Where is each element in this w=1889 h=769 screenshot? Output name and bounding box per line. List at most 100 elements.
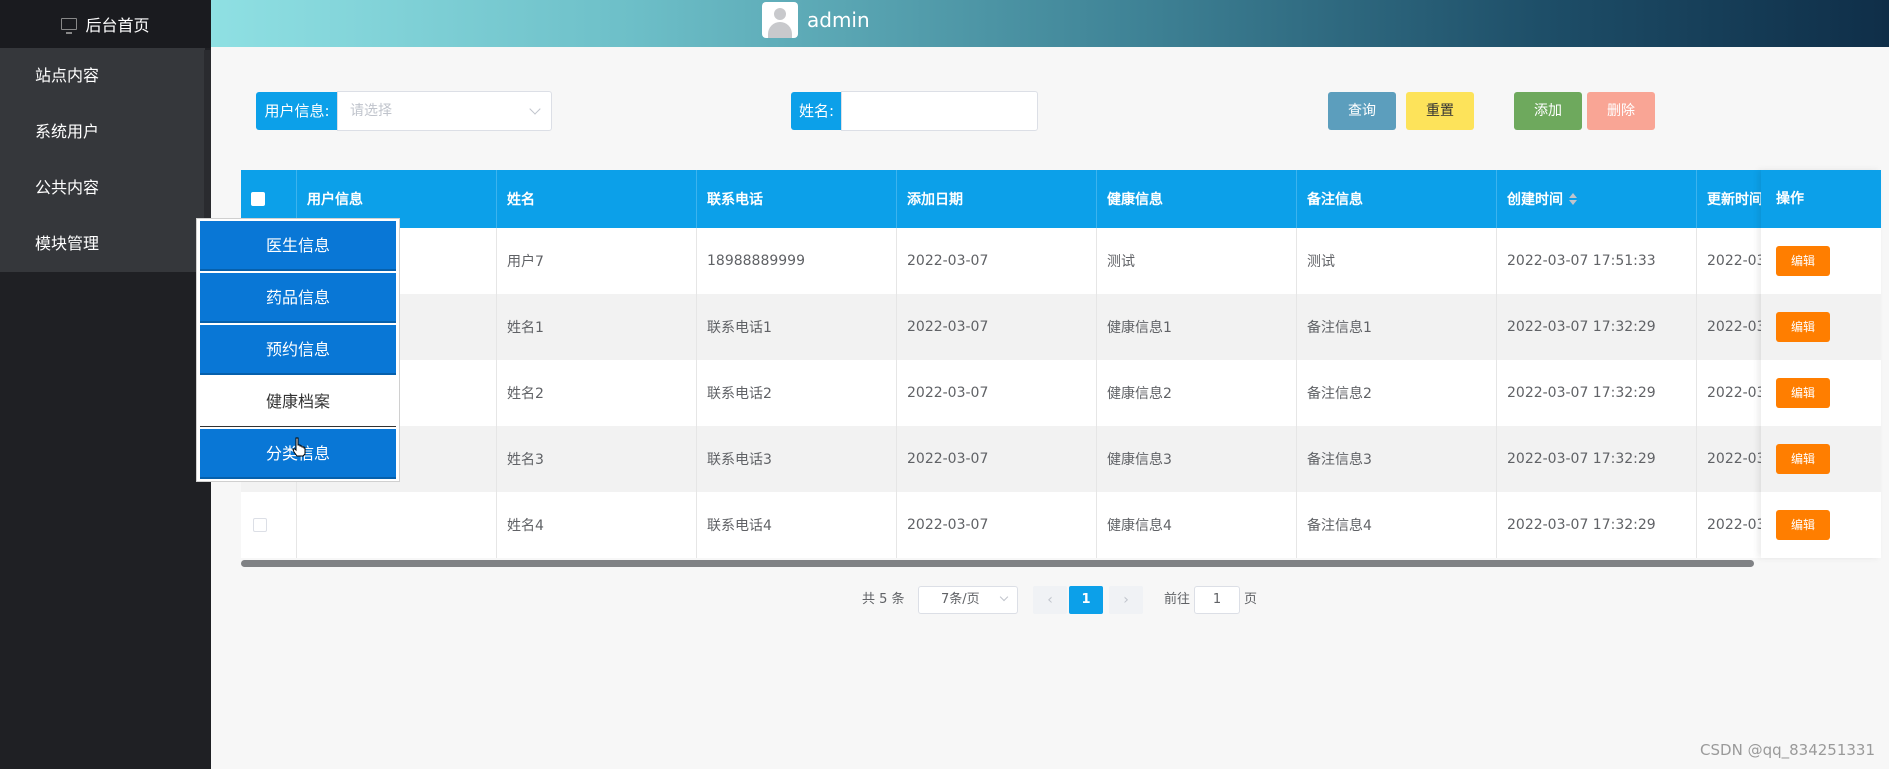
sidebar: 后台首页 站点内容 系统用户 公共内容 模块管理 — [0, 0, 211, 769]
goto-page-input[interactable]: 1 — [1194, 586, 1240, 614]
edit-button[interactable]: 编辑 — [1776, 246, 1830, 276]
cell-health: 健康信息4 — [1097, 492, 1297, 558]
cell-phone: 联系电话4 — [697, 492, 897, 558]
user-info-select[interactable]: 请选择 — [337, 91, 552, 131]
cell-remark: 备注信息1 — [1297, 294, 1497, 360]
monitor-icon — [61, 18, 78, 34]
cell-add-date: 2022-03-07 — [897, 492, 1097, 558]
edit-button[interactable]: 编辑 — [1776, 444, 1830, 474]
cell-created: 2022-03-07 17:32:29 — [1497, 360, 1697, 426]
cell-phone: 联系电话1 — [697, 294, 897, 360]
edit-button[interactable]: 编辑 — [1776, 312, 1830, 342]
col-health: 健康信息 — [1097, 170, 1297, 228]
avatar[interactable] — [762, 2, 798, 38]
table-row: 姓名4 联系电话4 2022-03-07 健康信息4 备注信息4 2022-03-07 1… — [241, 492, 1881, 558]
page-number-current[interactable]: 1 — [1069, 586, 1103, 614]
table-header: 用户信息 姓名 联系电话 添加日期 健康信息 备注信息 创建时间 更新时间 — [241, 170, 1881, 228]
page-size-value: 7条/页 — [941, 592, 980, 607]
row-select-cell — [241, 492, 297, 558]
col-created-label: 创建时间 — [1507, 192, 1563, 208]
operations-cell: 编辑 — [1761, 492, 1881, 558]
operations-cell: 编辑 — [1761, 426, 1881, 492]
cell-add-date: 2022-03-07 — [897, 294, 1097, 360]
edit-button[interactable]: 编辑 — [1776, 510, 1830, 540]
table-row: 用户7 18988889999 2022-03-07 测试 测试 2022-03-07 1… — [241, 228, 1881, 294]
add-button[interactable]: 添加 — [1514, 92, 1582, 130]
cell-created: 2022-03-07 17:32:29 — [1497, 426, 1697, 492]
edit-button[interactable]: 编辑 — [1776, 378, 1830, 408]
name-input[interactable] — [841, 91, 1038, 131]
submenu-item-health-records[interactable]: 健康档案 — [200, 377, 396, 427]
chevron-down-icon — [999, 592, 1009, 602]
cell-name: 姓名1 — [497, 294, 697, 360]
cell-add-date: 2022-03-07 — [897, 426, 1097, 492]
chevron-right-icon: › — [1123, 592, 1129, 608]
user-info-placeholder: 请选择 — [350, 103, 392, 119]
username: admin — [807, 8, 870, 32]
next-page-button[interactable]: › — [1109, 586, 1143, 614]
table-body: 用户7 18988889999 2022-03-07 测试 测试 2022-03-07 1… — [241, 228, 1881, 558]
submenu-item-drug-info[interactable]: 药品信息 — [200, 273, 396, 323]
table-horizontal-scrollbar[interactable] — [241, 560, 1754, 567]
col-phone: 联系电话 — [697, 170, 897, 228]
page-size-select[interactable]: 7条/页 — [918, 586, 1018, 614]
submenu-item-appointment-info[interactable]: 预约信息 — [200, 325, 396, 375]
cell-health: 健康信息1 — [1097, 294, 1297, 360]
cell-user-info — [297, 492, 497, 558]
operations-column: 操作 编辑 编辑 编辑 编辑 编辑 — [1761, 170, 1881, 558]
cell-health: 测试 — [1097, 228, 1297, 294]
watermark: CSDN @qq_834251331 — [1700, 741, 1875, 759]
sidebar-item-public-content[interactable]: 公共内容 — [0, 160, 205, 216]
cell-phone: 联系电话3 — [697, 426, 897, 492]
cell-name: 姓名4 — [497, 492, 697, 558]
cell-health: 健康信息2 — [1097, 360, 1297, 426]
select-all-checkbox[interactable] — [251, 192, 265, 206]
goto-label: 前往 — [1164, 592, 1191, 607]
table-row: 姓名1 联系电话1 2022-03-07 健康信息1 备注信息1 2022-03-07 1… — [241, 294, 1881, 360]
cell-created: 2022-03-07 17:51:33 — [1497, 228, 1697, 294]
submenu-item-doctor-info[interactable]: 医生信息 — [200, 221, 396, 271]
row-checkbox[interactable] — [253, 518, 267, 532]
query-button[interactable]: 查询 — [1328, 92, 1396, 130]
cell-health: 健康信息3 — [1097, 426, 1297, 492]
chevron-down-icon — [529, 103, 541, 115]
col-add-date: 添加日期 — [897, 170, 1097, 228]
cell-remark: 备注信息4 — [1297, 492, 1497, 558]
reset-button[interactable]: 重置 — [1406, 92, 1474, 130]
cell-name: 姓名2 — [497, 360, 697, 426]
pagination-total: 共 5 条 — [862, 592, 905, 607]
sidebar-home-label: 后台首页 — [85, 16, 150, 35]
col-remark: 备注信息 — [1297, 170, 1497, 228]
cell-name: 用户7 — [497, 228, 697, 294]
page-suffix: 页 — [1244, 592, 1258, 607]
hand-cursor-icon — [292, 437, 306, 457]
sidebar-home[interactable]: 后台首页 — [0, 0, 211, 48]
operations-cell: 编辑 — [1761, 360, 1881, 426]
operations-cell: 编辑 — [1761, 294, 1881, 360]
cell-name: 姓名3 — [497, 426, 697, 492]
cell-created: 2022-03-07 17:32:29 — [1497, 294, 1697, 360]
sidebar-item-module-management[interactable]: 模块管理 — [0, 216, 205, 272]
top-header: admin — [211, 0, 1889, 47]
cell-phone: 联系电话2 — [697, 360, 897, 426]
cell-created: 2022-03-07 17:32:29 — [1497, 492, 1697, 558]
col-created[interactable]: 创建时间 — [1497, 170, 1697, 228]
data-table: 用户信息 姓名 联系电话 添加日期 健康信息 备注信息 创建时间 更新时间 用户… — [241, 170, 1881, 558]
cell-phone: 18988889999 — [697, 228, 897, 294]
sidebar-item-site-content[interactable]: 站点内容 — [0, 48, 205, 104]
operations-cell: 编辑 — [1761, 228, 1881, 294]
cell-remark: 备注信息2 — [1297, 360, 1497, 426]
table-row: 姓名3 联系电话3 2022-03-07 健康信息3 备注信息3 2022-03-07 1… — [241, 426, 1881, 492]
sidebar-menu: 站点内容 系统用户 公共内容 模块管理 — [0, 48, 205, 272]
col-operations: 操作 — [1761, 170, 1881, 228]
delete-button[interactable]: 删除 — [1587, 92, 1655, 130]
sidebar-item-system-users[interactable]: 系统用户 — [0, 104, 205, 160]
user-info-label: 用户信息: — [256, 92, 338, 130]
cell-add-date: 2022-03-07 — [897, 228, 1097, 294]
prev-page-button[interactable]: ‹ — [1033, 586, 1067, 614]
cell-add-date: 2022-03-07 — [897, 360, 1097, 426]
cell-remark: 测试 — [1297, 228, 1497, 294]
cell-remark: 备注信息3 — [1297, 426, 1497, 492]
table-row: 姓名2 联系电话2 2022-03-07 健康信息2 备注信息2 2022-03-07 1… — [241, 360, 1881, 426]
user-icon — [774, 8, 786, 20]
